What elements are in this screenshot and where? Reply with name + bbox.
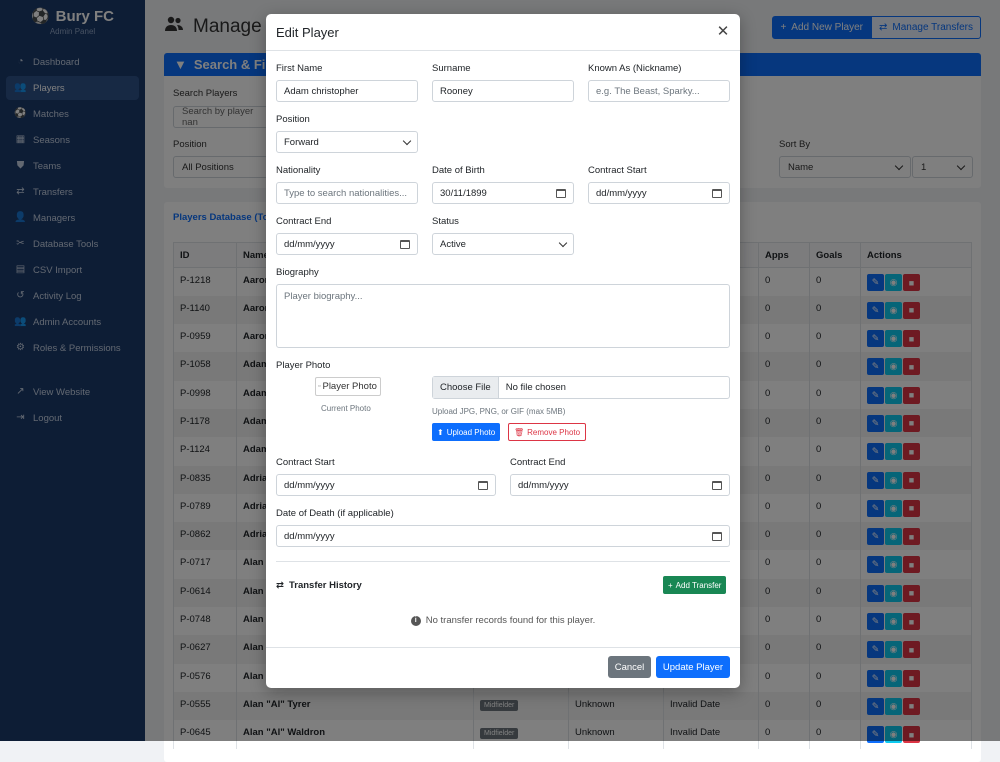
contract-start-placeholder: dd/mm/yyyy xyxy=(596,187,647,199)
date-of-death-label: Date of Death (if applicable) xyxy=(276,508,394,519)
date-of-death-placeholder: dd/mm/yyyy xyxy=(284,530,335,542)
known-as-label: Known As (Nickname) xyxy=(588,63,682,74)
photo-file-input[interactable]: Choose File No file chosen xyxy=(432,376,730,399)
contract-start-label: Contract Start xyxy=(588,165,647,176)
calendar-icon[interactable] xyxy=(478,480,488,490)
plus-icon: + xyxy=(668,580,673,590)
exchange-icon: ⇄ xyxy=(276,580,284,591)
status-select[interactable]: Active xyxy=(432,233,574,255)
known-as-placeholder: e.g. The Beast, Sparky... xyxy=(596,85,700,97)
photo-alt-text: Player Photo xyxy=(322,381,377,392)
first-name-input[interactable]: Adam christopher xyxy=(276,80,418,102)
calendar-icon[interactable] xyxy=(712,480,722,490)
first-name-label: First Name xyxy=(276,63,323,74)
biography-textarea[interactable]: Player biography... xyxy=(276,284,730,348)
position-field-select[interactable]: Forward xyxy=(276,131,418,153)
contract-start-2-placeholder: dd/mm/yyyy xyxy=(284,479,335,491)
first-name-value: Adam christopher xyxy=(284,85,359,97)
nationality-label: Nationality xyxy=(276,165,321,176)
date-of-death-input[interactable]: dd/mm/yyyy xyxy=(276,525,730,547)
edit-player-modal: Edit Player ✕ First Name Adam christophe… xyxy=(266,14,740,688)
surname-input[interactable]: Rooney xyxy=(432,80,574,102)
contract-end-2-input[interactable]: dd/mm/yyyy xyxy=(510,474,730,496)
contract-start-input[interactable]: dd/mm/yyyy xyxy=(588,182,730,204)
upload-photo-label: Upload Photo xyxy=(446,427,496,437)
no-transfers-text: No transfer records found for this playe… xyxy=(425,615,596,626)
player-photo: ▫ Player Photo xyxy=(315,377,381,396)
nationality-placeholder: Type to search nationalities... xyxy=(284,187,408,199)
upload-hint: Upload JPG, PNG, or GIF (max 5MB) xyxy=(432,407,566,416)
status-value: Active xyxy=(440,238,466,250)
add-transfer-button[interactable]: + Add Transfer xyxy=(663,576,727,594)
cancel-button[interactable]: Cancel xyxy=(608,656,651,678)
modal-header: Edit Player xyxy=(266,14,740,51)
add-transfer-label: Add Transfer xyxy=(675,580,722,590)
dob-value: 30/11/1899 xyxy=(440,187,487,199)
contract-end-placeholder: dd/mm/yyyy xyxy=(284,238,335,250)
dob-input[interactable]: 30/11/1899 xyxy=(432,182,574,204)
contract-end-2-label: Contract End xyxy=(510,457,566,468)
biography-label: Biography xyxy=(276,267,319,278)
status-label: Status xyxy=(432,216,459,227)
empty-transfers: i No transfer records found for this play… xyxy=(266,615,740,626)
upload-icon: ⬆ xyxy=(437,427,444,437)
upload-photo-button[interactable]: ⬆ Upload Photo xyxy=(432,423,501,441)
position-field-value: Forward xyxy=(284,136,319,148)
known-as-input[interactable]: e.g. The Beast, Sparky... xyxy=(588,80,730,102)
surname-label: Surname xyxy=(432,63,471,74)
calendar-icon[interactable] xyxy=(556,188,566,198)
broken-image-icon: ▫ xyxy=(318,383,321,390)
remove-photo-label: Remove Photo xyxy=(527,427,581,437)
calendar-icon[interactable] xyxy=(712,531,722,541)
nationality-input[interactable]: Type to search nationalities... xyxy=(276,182,418,204)
modal-footer-divider xyxy=(266,647,740,648)
contract-end-input[interactable]: dd/mm/yyyy xyxy=(276,233,418,255)
info-icon: i xyxy=(410,615,421,626)
photo-label: Player Photo xyxy=(276,360,331,371)
file-status: No file chosen xyxy=(505,382,566,393)
trash-icon: 🗑 xyxy=(514,427,525,437)
contract-end-2-placeholder: dd/mm/yyyy xyxy=(518,479,569,491)
contract-end-label: Contract End xyxy=(276,216,332,227)
divider xyxy=(276,561,730,562)
contract-start-2-label: Contract Start xyxy=(276,457,335,468)
calendar-icon[interactable] xyxy=(400,239,410,249)
chevron-down-icon xyxy=(402,136,412,145)
transfer-history-heading: ⇄ Transfer History xyxy=(276,580,362,591)
dob-label: Date of Birth xyxy=(432,165,485,176)
calendar-icon[interactable] xyxy=(712,188,722,198)
contract-start-2-input[interactable]: dd/mm/yyyy xyxy=(276,474,496,496)
transfer-history-title: Transfer History xyxy=(288,580,362,591)
choose-file-button[interactable]: Choose File xyxy=(433,377,499,398)
remove-photo-button[interactable]: 🗑 Remove Photo xyxy=(508,423,587,441)
update-player-button[interactable]: Update Player xyxy=(656,656,730,678)
biography-placeholder: Player biography... xyxy=(284,291,363,302)
photo-caption: Current Photo xyxy=(321,404,371,413)
close-icon[interactable]: ✕ xyxy=(716,24,730,39)
modal-title: Edit Player xyxy=(276,24,339,40)
surname-value: Rooney xyxy=(440,85,473,97)
chevron-down-icon xyxy=(558,238,568,247)
position-field-label: Position xyxy=(276,114,310,125)
